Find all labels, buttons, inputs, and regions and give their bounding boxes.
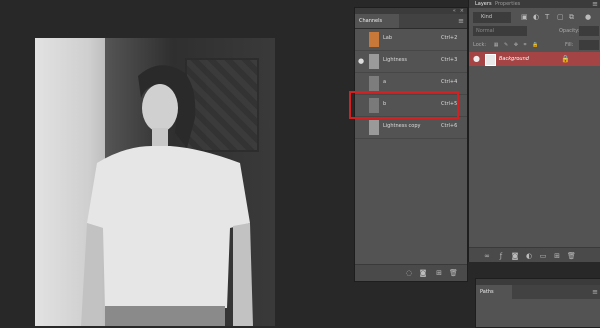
lock-all-icon[interactable]: 🔒 xyxy=(532,42,538,48)
filter-toggle-icon[interactable]: ● xyxy=(585,13,593,22)
filter-row: Kind ▣ ◐ T ▢ ⧉ ● xyxy=(473,12,597,23)
fill-field[interactable] xyxy=(579,40,599,50)
layer-name: Background xyxy=(499,56,529,62)
channel-thumbnail xyxy=(369,32,379,47)
channel-shortcut: Ctrl+6 xyxy=(441,123,458,129)
trash-icon[interactable]: 🗑 xyxy=(449,269,458,277)
channel-name: Lightness copy xyxy=(383,123,421,129)
channel-name: Lab xyxy=(383,35,393,41)
channel-row-lightness[interactable]: ● Lightness Ctrl+3 xyxy=(355,51,467,73)
link-layers-icon[interactable]: ∞ xyxy=(483,252,491,260)
kind-filter[interactable]: Kind xyxy=(473,12,511,23)
blend-mode-select[interactable]: Normal xyxy=(473,26,527,36)
channel-shortcut: Ctrl+2 xyxy=(441,35,458,41)
type-filter-icon[interactable]: T xyxy=(545,13,553,22)
image-woman-figure xyxy=(81,65,253,326)
eye-icon[interactable]: ● xyxy=(358,57,366,65)
tab-paths[interactable]: Paths xyxy=(476,285,512,299)
save-selection-icon[interactable]: ◙ xyxy=(419,269,427,277)
channel-row-lightness-copy[interactable]: Lightness copy Ctrl+6 xyxy=(355,117,467,139)
eye-icon[interactable]: ● xyxy=(473,54,480,64)
channel-thumbnail xyxy=(369,120,379,135)
new-channel-icon[interactable]: ⊞ xyxy=(435,269,443,277)
tab-layers[interactable]: Layers xyxy=(475,0,492,8)
lock-move-icon[interactable]: ✥ xyxy=(514,42,518,48)
load-selection-icon[interactable]: ◌ xyxy=(405,269,413,277)
panel-menu-icon[interactable]: ≡ xyxy=(458,17,464,25)
channels-footer: ◌ ◙ ⊞ 🗑 xyxy=(355,264,467,281)
channel-name: Lightness xyxy=(383,57,407,63)
lock-pixels-icon[interactable]: ▦ xyxy=(494,42,499,48)
opacity-label: Opacity: xyxy=(559,28,580,34)
lock-brush-icon[interactable]: ✎ xyxy=(504,42,508,48)
new-group-icon[interactable]: ▭ xyxy=(539,252,547,260)
layer-row-background[interactable]: ● Background 🔒 xyxy=(469,52,600,66)
layers-panel: Layers Properties ≡ Kind ▣ ◐ T ▢ ⧉ ● Nor… xyxy=(468,0,600,262)
layer-thumbnail xyxy=(485,54,496,66)
tab-properties[interactable]: Properties xyxy=(495,0,520,8)
smart-object-filter-icon[interactable]: ⧉ xyxy=(569,13,577,22)
lock-icon: 🔒 xyxy=(561,55,570,63)
pixel-filter-icon[interactable]: ▣ xyxy=(521,13,529,22)
fx-icon[interactable]: ƒ xyxy=(497,252,505,260)
lock-artboard-icon[interactable]: ⌗ xyxy=(524,42,527,48)
channel-shortcut: Ctrl+3 xyxy=(441,57,458,63)
channel-name: a xyxy=(383,79,387,85)
trash-icon[interactable]: 🗑 xyxy=(567,252,576,260)
canvas-image xyxy=(35,38,275,326)
layers-tabbar: Layers Properties ≡ xyxy=(469,0,600,8)
highlight-box xyxy=(349,91,459,119)
channel-thumbnail xyxy=(369,54,379,69)
fill-label: Fill: xyxy=(565,42,574,48)
tab-channels[interactable]: Channels xyxy=(355,14,399,28)
adjustment-filter-icon[interactable]: ◐ xyxy=(533,13,541,22)
paths-panel: Paths ≡ xyxy=(475,278,600,328)
shape-filter-icon[interactable]: ▢ xyxy=(557,13,565,22)
add-mask-icon[interactable]: ◙ xyxy=(511,252,519,260)
channels-tabbar: Channels ≡ xyxy=(355,14,467,29)
panel-menu-icon[interactable]: ≡ xyxy=(592,288,598,296)
new-layer-icon[interactable]: ⊞ xyxy=(553,252,561,260)
panel-menu-icon[interactable]: ≡ xyxy=(592,0,598,8)
channel-shortcut: Ctrl+4 xyxy=(441,79,458,85)
layers-footer: ∞ ƒ ◙ ◐ ▭ ⊞ 🗑 xyxy=(469,247,600,262)
opacity-field[interactable] xyxy=(579,26,599,36)
adjustment-layer-icon[interactable]: ◐ xyxy=(525,252,533,260)
lock-label: Lock: xyxy=(473,42,487,48)
channel-row-lab[interactable]: Lab Ctrl+2 xyxy=(355,29,467,51)
channels-panel: « × Channels ≡ Lab Ctrl+2 ● Lightness Ct… xyxy=(354,7,468,282)
channel-thumbnail xyxy=(369,76,379,91)
